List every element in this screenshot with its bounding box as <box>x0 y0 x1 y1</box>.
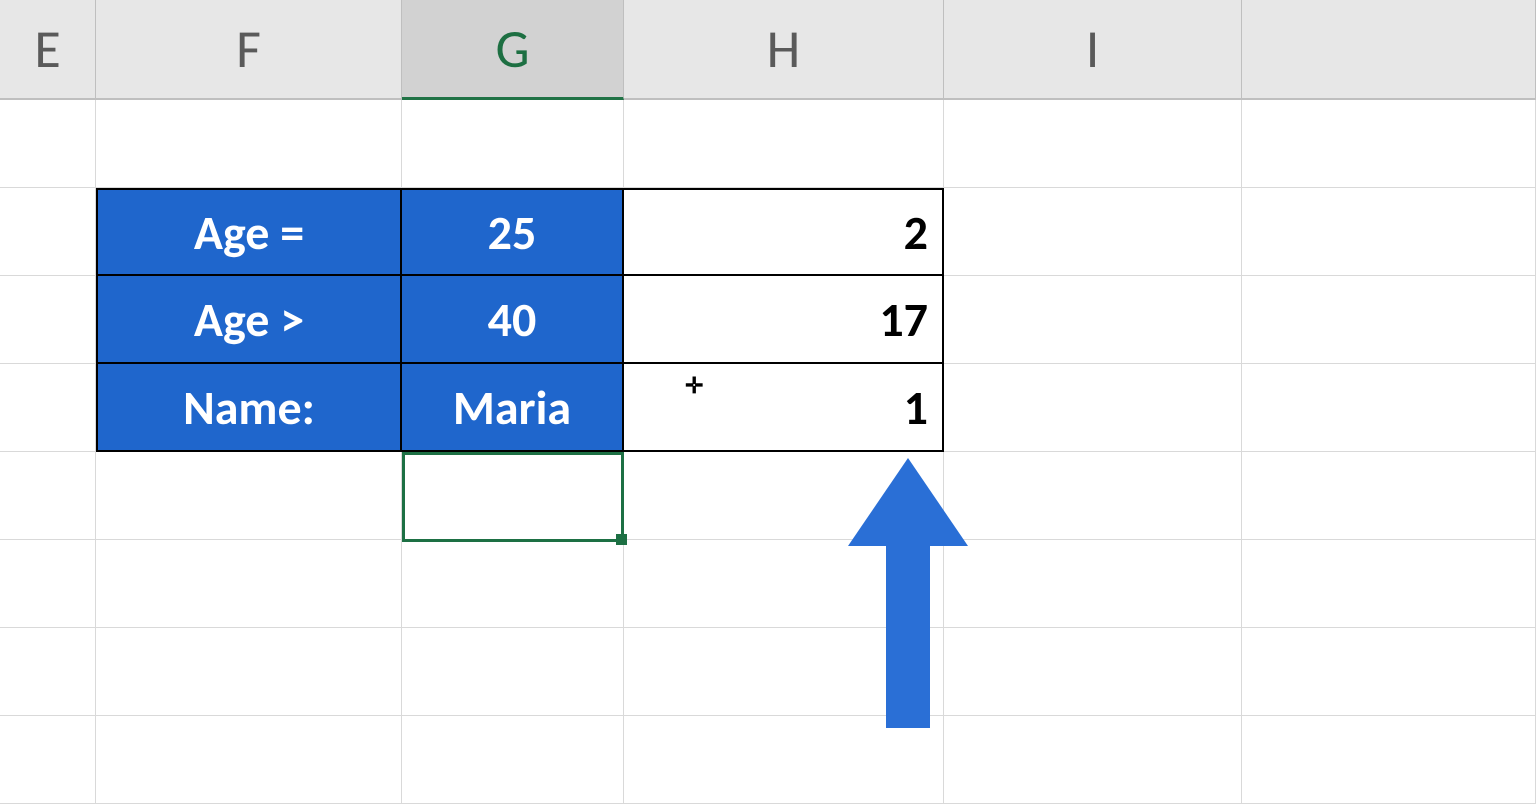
active-cell[interactable] <box>402 452 624 540</box>
grid-row <box>0 452 1536 540</box>
result-cell[interactable]: 17 <box>624 276 944 364</box>
cell[interactable] <box>0 100 96 188</box>
criteria-value[interactable]: 40 <box>402 276 624 364</box>
grid-row <box>0 540 1536 628</box>
cell[interactable] <box>0 276 96 364</box>
grid-row <box>0 628 1536 716</box>
cell[interactable] <box>1242 188 1536 276</box>
column-header-F[interactable]: F <box>96 0 402 98</box>
result-cell[interactable]: 1 <box>624 364 944 452</box>
cell[interactable] <box>1242 452 1536 540</box>
cell[interactable] <box>0 364 96 452</box>
criteria-label[interactable]: Name: <box>96 364 402 452</box>
column-header-E[interactable]: E <box>0 0 96 98</box>
criteria-label[interactable]: Age = <box>96 188 402 276</box>
cell[interactable] <box>944 276 1242 364</box>
criteria-label[interactable]: Age > <box>96 276 402 364</box>
cell[interactable] <box>402 628 624 716</box>
cell[interactable] <box>96 716 402 804</box>
cell[interactable] <box>402 716 624 804</box>
column-header-I[interactable]: I <box>944 0 1242 98</box>
grid-row: Age > 40 17 <box>0 276 1536 364</box>
grid-body: Age = 25 2 Age > 40 17 Name: Maria 1 <box>0 100 1536 804</box>
cell[interactable] <box>624 452 944 540</box>
cell[interactable] <box>624 540 944 628</box>
cell[interactable] <box>944 716 1242 804</box>
cell[interactable] <box>0 452 96 540</box>
cell[interactable] <box>96 452 402 540</box>
grid-row <box>0 100 1536 188</box>
cell[interactable] <box>944 628 1242 716</box>
criteria-value[interactable]: 25 <box>402 188 624 276</box>
cell[interactable] <box>944 540 1242 628</box>
cell[interactable] <box>1242 628 1536 716</box>
cell[interactable] <box>624 628 944 716</box>
cell[interactable] <box>944 188 1242 276</box>
grid-row: Name: Maria 1 <box>0 364 1536 452</box>
column-header-G[interactable]: G <box>402 0 624 100</box>
cell[interactable] <box>96 100 402 188</box>
criteria-value[interactable]: Maria <box>402 364 624 452</box>
cell[interactable] <box>1242 364 1536 452</box>
cell[interactable] <box>624 100 944 188</box>
column-header-row: E F G H I <box>0 0 1536 100</box>
cell[interactable] <box>0 188 96 276</box>
spreadsheet-viewport: E F G H I Age = 25 2 Age > 40 <box>0 0 1536 812</box>
column-header-next[interactable] <box>1242 0 1536 98</box>
cell[interactable] <box>944 100 1242 188</box>
cell[interactable] <box>0 540 96 628</box>
cell[interactable] <box>96 628 402 716</box>
cell[interactable] <box>624 716 944 804</box>
cell[interactable] <box>402 100 624 188</box>
cell[interactable] <box>1242 276 1536 364</box>
cell[interactable] <box>1242 716 1536 804</box>
column-header-H[interactable]: H <box>624 0 944 98</box>
cell[interactable] <box>0 628 96 716</box>
cell[interactable] <box>944 452 1242 540</box>
cell[interactable] <box>944 364 1242 452</box>
grid-row <box>0 716 1536 804</box>
cell[interactable] <box>1242 540 1536 628</box>
cell[interactable] <box>402 540 624 628</box>
cell[interactable] <box>1242 100 1536 188</box>
cell[interactable] <box>0 716 96 804</box>
result-cell[interactable]: 2 <box>624 188 944 276</box>
cell[interactable] <box>96 540 402 628</box>
grid-row: Age = 25 2 <box>0 188 1536 276</box>
